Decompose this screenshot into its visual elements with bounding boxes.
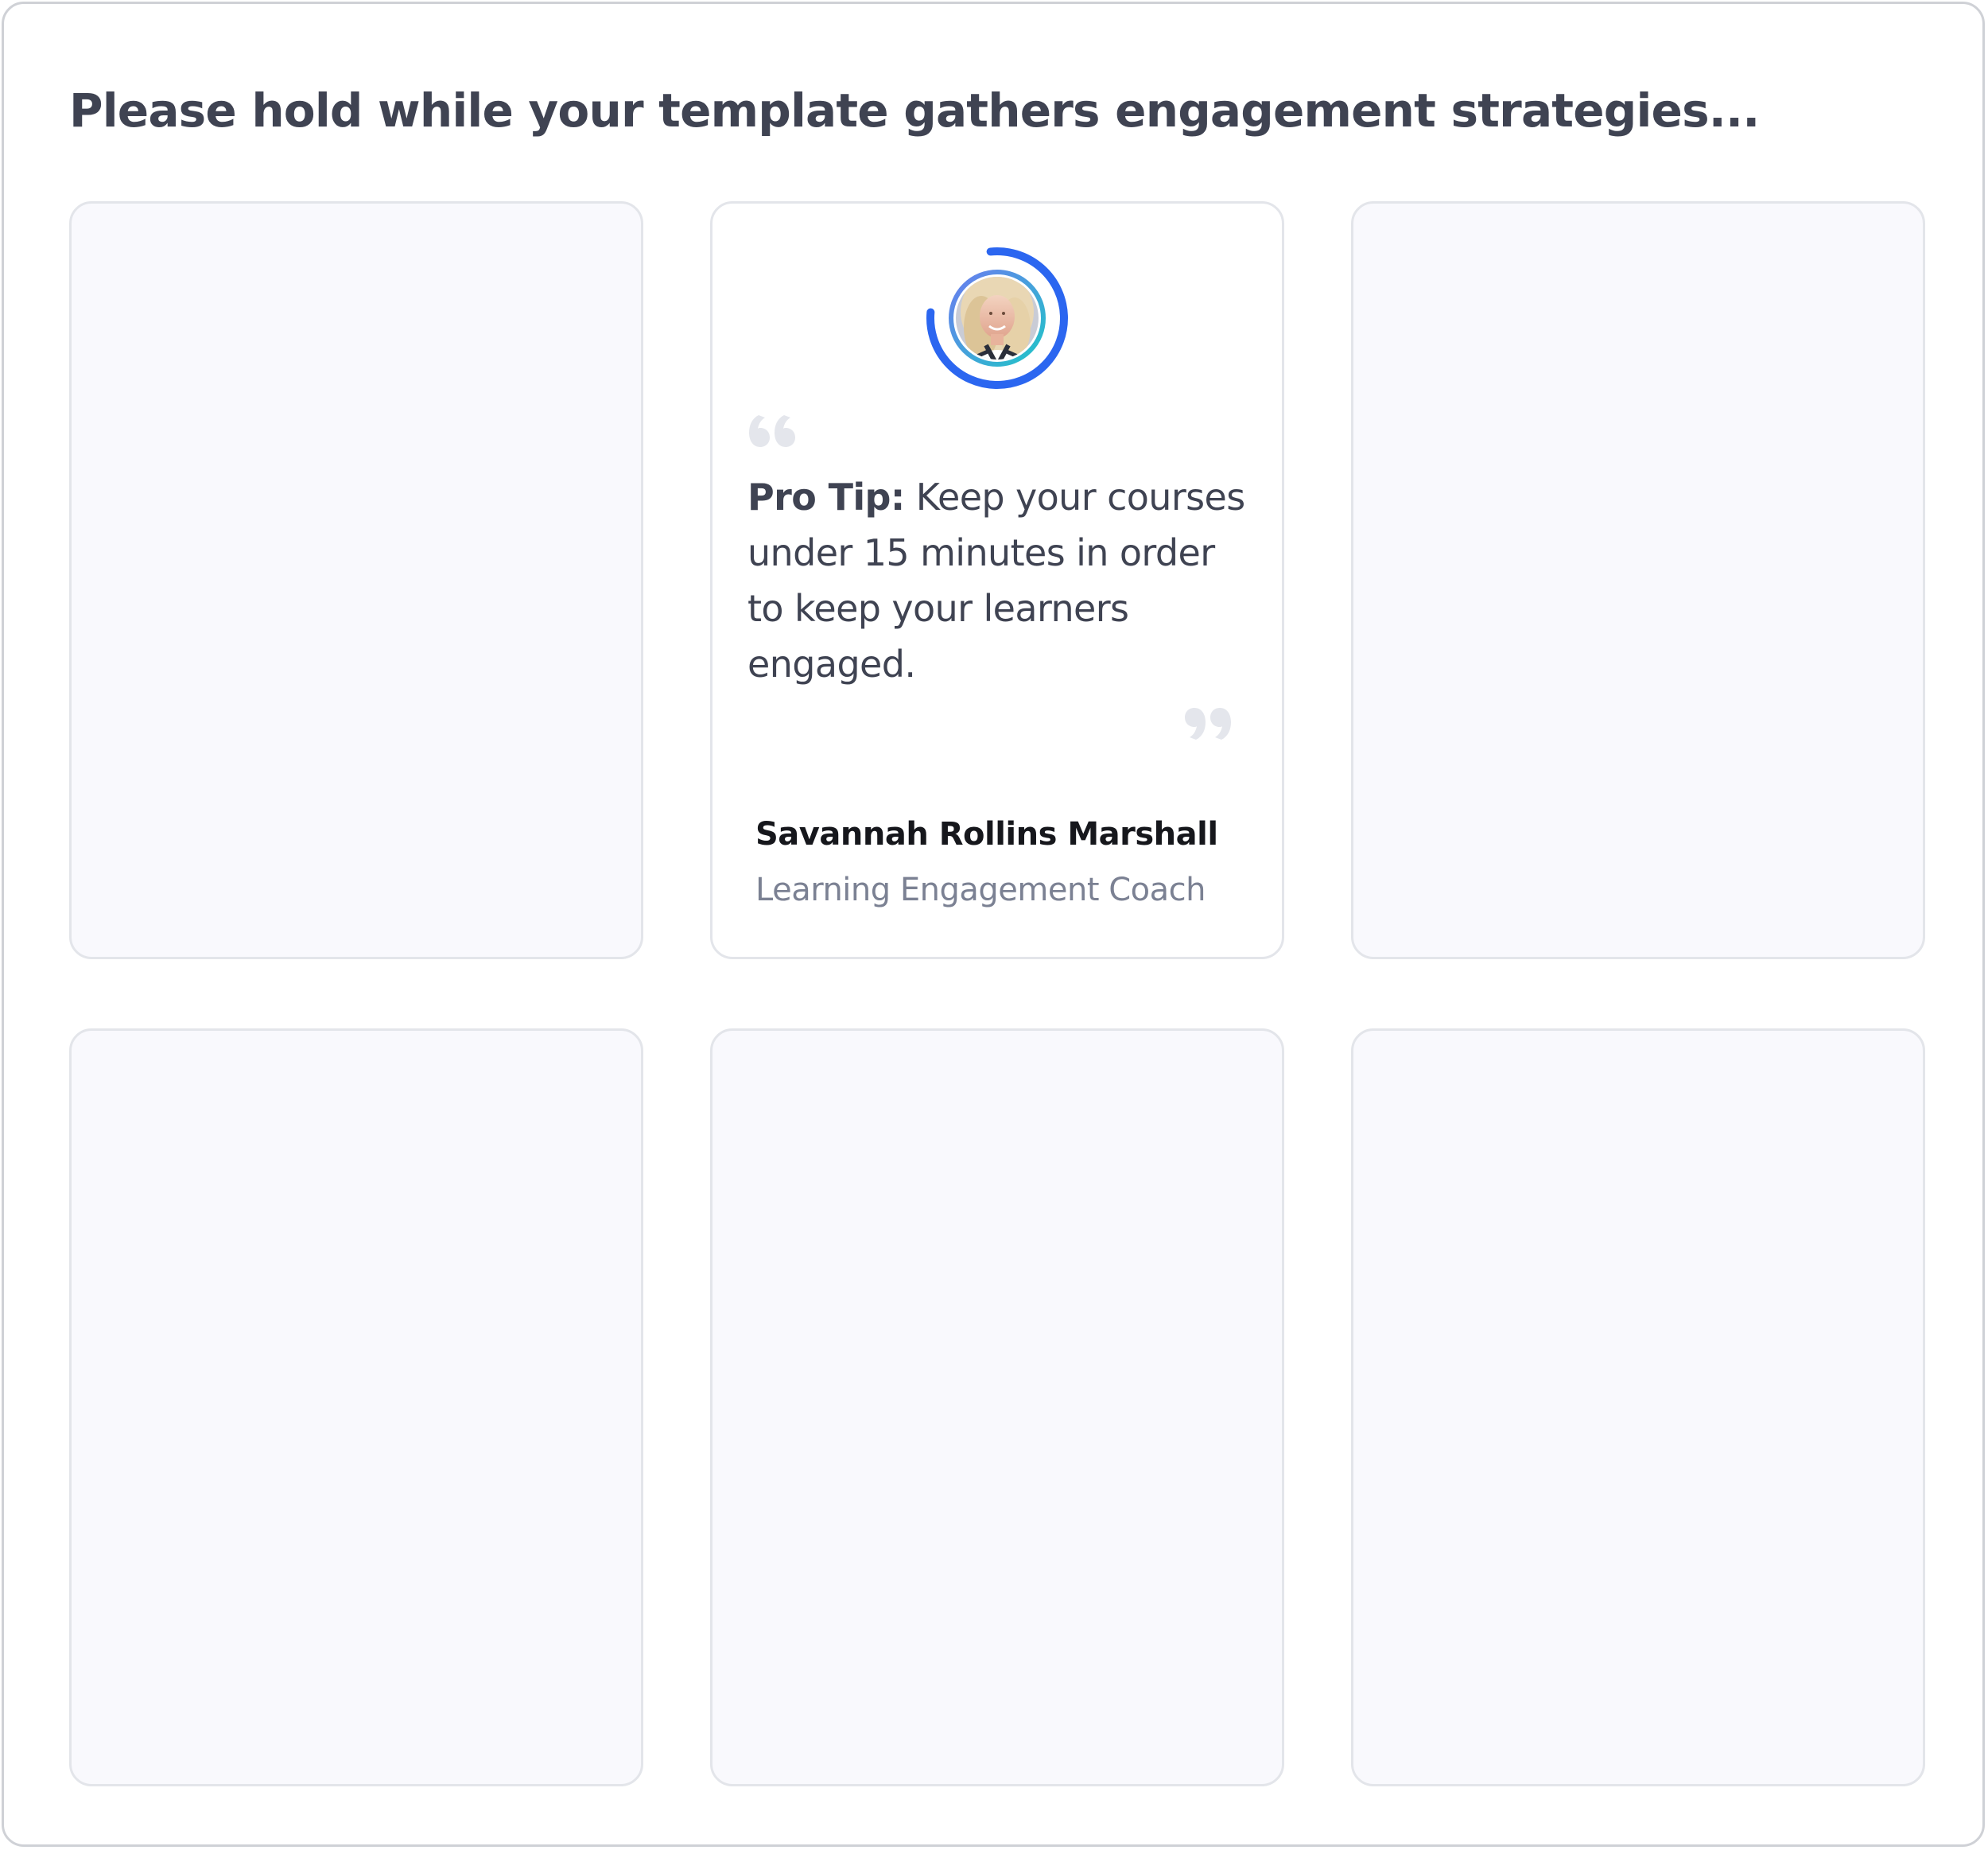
avatar-progress-ring: [926, 247, 1068, 389]
quote-close-icon: [1185, 708, 1231, 740]
author-role: Learning Engagement Coach: [755, 872, 1206, 908]
placeholder-card: [1351, 1028, 1925, 1786]
placeholder-card: [1351, 201, 1925, 959]
tip-card: Pro Tip: Keep your courses under 15 minu…: [710, 201, 1284, 959]
author-name: Savannah Rollins Marshall: [755, 816, 1218, 853]
placeholder-card: [710, 1028, 1284, 1786]
placeholder-card: [69, 1028, 643, 1786]
avatar: [918, 239, 1077, 398]
placeholder-card: [69, 201, 643, 959]
pro-tip-label: Pro Tip:: [747, 476, 905, 519]
pro-tip-text: Pro Tip: Keep your courses under 15 minu…: [747, 469, 1256, 692]
loading-panel: Please hold while your template gathers …: [2, 2, 1985, 1847]
page-heading: Please hold while your template gathers …: [69, 84, 1760, 138]
quote-open-icon: [749, 415, 795, 447]
